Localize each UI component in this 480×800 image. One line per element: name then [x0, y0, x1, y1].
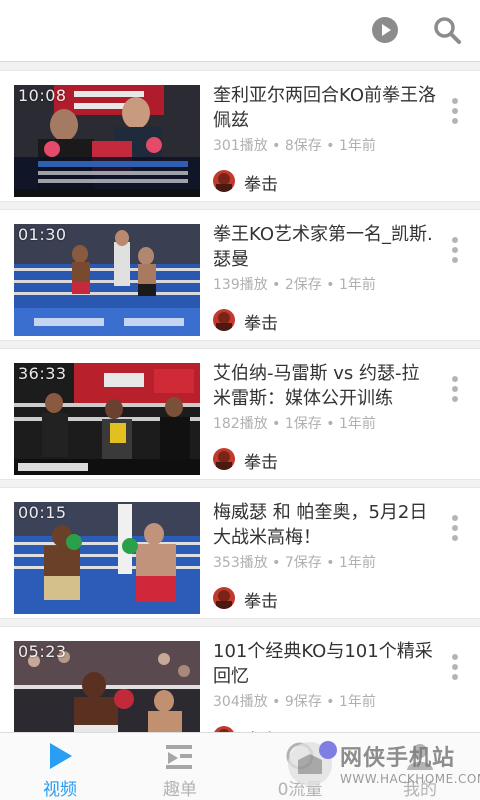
play-history-icon[interactable]	[370, 15, 400, 45]
uploader-name: 拳击	[244, 592, 278, 612]
video-item[interactable]: 00:15 梅威瑟 和 帕奎奥，5月2日大战米高梅！ 353播放 • 7保存 •…	[0, 487, 480, 619]
video-title[interactable]: 拳王KO艺术家第一名_凯斯.瑟曼	[213, 222, 437, 272]
video-thumbnail[interactable]: 01:30	[14, 224, 200, 336]
more-options-icon[interactable]	[450, 376, 460, 404]
top-app-bar	[0, 0, 480, 62]
video-thumbnail[interactable]: 10:08	[14, 85, 200, 197]
video-item[interactable]: 36:33 艾伯纳-马雷斯 vs 约瑟-拉米雷斯：媒体公开训练 182播放 • …	[0, 348, 480, 480]
tab-label: 趣单	[163, 780, 197, 800]
video-list[interactable]: 10:08 奎利亚尔两回合KO前拳王洛佩兹 301播放 • 8保存 • 1年前 …	[0, 70, 480, 732]
video-title[interactable]: 艾伯纳-马雷斯 vs 约瑟-拉米雷斯：媒体公开训练	[213, 361, 437, 411]
more-options-icon[interactable]	[450, 237, 460, 265]
video-stats: 301播放 • 8保存 • 1年前	[213, 138, 376, 154]
video-duration: 05:23	[18, 642, 67, 661]
site-watermark: 网侠手机站 WWW.HACKHOME.COM	[282, 736, 480, 796]
tab-label: 视频	[43, 780, 77, 800]
video-title[interactable]: 101个经典KO与101个精采回忆	[213, 639, 437, 689]
more-options-icon[interactable]	[450, 515, 460, 543]
video-stats: 182播放 • 1保存 • 1年前	[213, 416, 376, 432]
more-options-icon[interactable]	[450, 98, 460, 126]
video-item[interactable]: 05:23 101个经典KO与101个精采回忆 304播放 • 9保存 • 1年…	[0, 626, 480, 732]
search-icon[interactable]	[432, 15, 462, 45]
video-thumbnail[interactable]: 00:15	[14, 502, 200, 614]
video-thumbnail[interactable]: 05:23	[14, 641, 200, 732]
video-item[interactable]: 01:30 拳王KO艺术家第一名_凯斯.瑟曼 139播放 • 2保存 • 1年前…	[0, 209, 480, 341]
uploader-name: 拳击	[244, 453, 278, 473]
video-duration: 10:08	[18, 86, 67, 105]
uploader-avatar	[213, 309, 235, 331]
video-title[interactable]: 梅威瑟 和 帕奎奥，5月2日大战米高梅！	[213, 500, 437, 550]
video-duration: 01:30	[18, 225, 67, 244]
video-stats: 304播放 • 9保存 • 1年前	[213, 694, 376, 710]
uploader-avatar	[213, 170, 235, 192]
uploader-avatar	[213, 587, 235, 609]
video-duration: 00:15	[18, 503, 67, 522]
uploader-avatar	[213, 448, 235, 470]
playlist-icon	[164, 741, 196, 771]
more-options-icon[interactable]	[450, 654, 460, 682]
watermark-logo-icon	[288, 741, 337, 786]
video-stats: 139播放 • 2保存 • 1年前	[213, 277, 376, 293]
video-stats: 353播放 • 7保存 • 1年前	[213, 555, 376, 571]
uploader-name: 拳击	[244, 175, 278, 195]
video-duration: 36:33	[18, 364, 67, 383]
video-thumbnail[interactable]: 36:33	[14, 363, 200, 475]
uploader-name: 拳击	[244, 314, 278, 334]
tab-videos[interactable]: 视频	[0, 733, 120, 800]
tab-playlists[interactable]: 趣单	[120, 733, 240, 800]
watermark-text: 网侠手机站	[340, 746, 456, 771]
play-triangle-icon	[44, 741, 76, 771]
video-title[interactable]: 奎利亚尔两回合KO前拳王洛佩兹	[213, 83, 437, 133]
watermark-url: WWW.HACKHOME.COM	[340, 772, 480, 786]
video-item[interactable]: 10:08 奎利亚尔两回合KO前拳王洛佩兹 301播放 • 8保存 • 1年前 …	[0, 70, 480, 202]
